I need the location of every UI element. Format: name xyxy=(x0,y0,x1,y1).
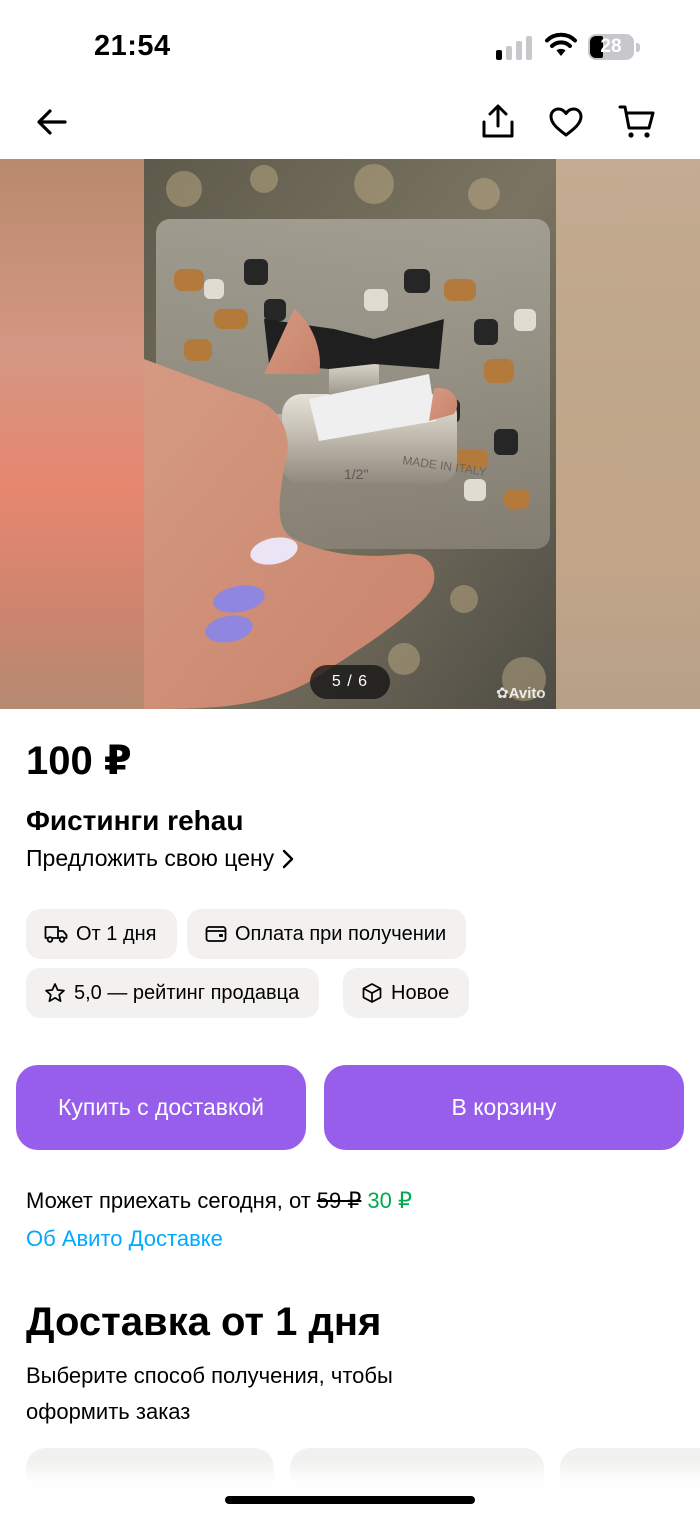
chip-payment[interactable]: Оплата при получении xyxy=(187,909,467,959)
chip-condition[interactable]: Новое xyxy=(343,968,470,1018)
new-delivery-price: 30 ₽ xyxy=(367,1188,412,1213)
heart-icon xyxy=(549,107,583,137)
wifi-icon xyxy=(545,32,577,56)
chip-seller-rating[interactable]: 5,0 — рейтинг продавца xyxy=(26,968,320,1018)
battery-level: 28 xyxy=(600,36,622,57)
cart-icon xyxy=(618,105,655,138)
chip-delivery-time[interactable]: От 1 дня xyxy=(26,909,177,959)
delivery-heading: Доставка от 1 дня xyxy=(26,1300,382,1344)
back-button[interactable] xyxy=(28,98,76,146)
box-icon xyxy=(362,983,382,1003)
wallet-icon xyxy=(205,926,227,942)
photo-stamp-size: 1/2" xyxy=(344,466,368,482)
home-indicator[interactable] xyxy=(225,1496,475,1504)
photo-gallery[interactable]: MADE IN ITALY 1/2" 5 / 6 ✿Avito xyxy=(0,159,700,709)
arrow-left-icon xyxy=(37,109,67,135)
listing-price: 100 ₽ xyxy=(26,739,132,783)
product-photo-image: MADE IN ITALY 1/2" xyxy=(144,159,556,709)
status-bar: 21:54 28 xyxy=(0,0,700,90)
gallery-counter: 5 / 6 xyxy=(310,665,390,699)
old-delivery-price: 59 ₽ xyxy=(316,1188,362,1213)
delivery-subtext: Выберите способ получения, чтобы оформит… xyxy=(26,1363,393,1424)
listing-title: Фистинги rehau xyxy=(26,805,244,836)
battery-icon: 28 xyxy=(588,34,640,60)
status-time: 21:54 xyxy=(94,30,171,62)
share-icon xyxy=(482,104,514,138)
delivery-estimate: Может приехать сегодня, от 59 ₽ 30 ₽ xyxy=(26,1188,412,1214)
watermark-text: Avito xyxy=(508,685,546,702)
next-photo-preview[interactable] xyxy=(556,159,700,709)
avito-watermark: ✿Avito xyxy=(496,684,546,702)
offer-price-label: Предложить свою цену xyxy=(26,845,275,871)
favorite-button[interactable] xyxy=(542,98,590,146)
add-to-cart-button[interactable]: В корзину xyxy=(324,1065,684,1150)
offer-price-link[interactable]: Предложить свою цену xyxy=(26,845,294,872)
avito-logo-icon: ✿ xyxy=(496,685,509,702)
top-nav-bar xyxy=(0,90,700,158)
truck-icon xyxy=(44,926,68,943)
chip-label: Новое xyxy=(391,981,450,1004)
chip-label: От 1 дня xyxy=(76,922,157,945)
delivery-prefix: Может приехать сегодня, от xyxy=(26,1188,311,1213)
cellular-signal-icon xyxy=(496,36,532,60)
buy-with-delivery-button[interactable]: Купить с доставкой xyxy=(16,1065,306,1150)
cart-button[interactable] xyxy=(613,98,661,146)
prev-photo-preview[interactable] xyxy=(0,159,144,709)
chevron-right-icon xyxy=(282,849,294,868)
about-avito-delivery-link[interactable]: Об Авито Доставке xyxy=(26,1226,223,1252)
chip-label: Оплата при получении xyxy=(235,922,447,945)
chip-label: 5,0 — рейтинг продавца xyxy=(74,981,300,1004)
star-icon xyxy=(45,983,65,1003)
product-photo[interactable]: MADE IN ITALY 1/2" xyxy=(144,159,556,709)
bottom-fade xyxy=(0,1460,700,1517)
share-button[interactable] xyxy=(474,98,522,146)
